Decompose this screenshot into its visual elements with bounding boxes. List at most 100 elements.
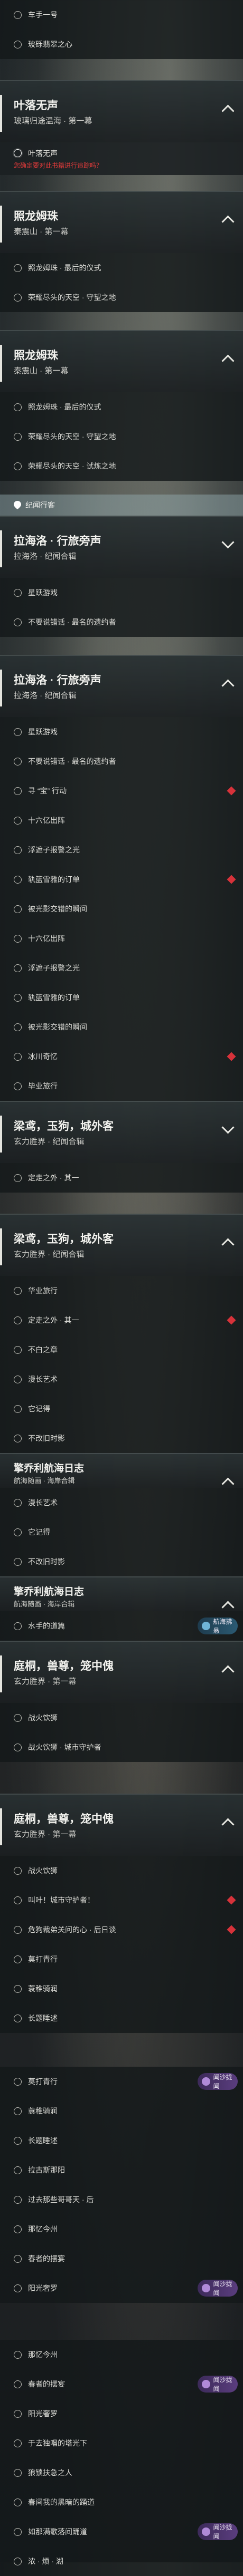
quest-section-header[interactable]: 梁鸢，玉狗，城外客 玄力胜界 · 纪闻合辑 bbox=[0, 1101, 243, 1163]
chevron-up-icon[interactable] bbox=[221, 1238, 235, 1251]
tracking-banner[interactable]: 纪闻行客 bbox=[0, 495, 243, 516]
quest-item[interactable]: 那忆今州 bbox=[0, 2340, 243, 2369]
radio-icon bbox=[14, 1498, 22, 1507]
quest-item[interactable]: 荣耀尽头的天空 · 守望之地 bbox=[0, 283, 243, 312]
quest-item[interactable]: 莫打青行 bbox=[0, 1944, 243, 1974]
section-title: 擎乔利航海日志 bbox=[14, 1586, 85, 1597]
quest-item[interactable]: 蓑稚骑润 bbox=[0, 2096, 243, 2126]
quest-section-header[interactable]: 照龙姆珠 秦震山 · 第一幕 bbox=[0, 330, 243, 392]
chevron-down-icon[interactable] bbox=[221, 536, 235, 549]
section-accent-bar bbox=[0, 1655, 2, 1692]
quest-item-selected[interactable]: 叶落无声 您确定要对此书籍进行追踪吗？ bbox=[0, 142, 243, 175]
quest-item[interactable]: 十六亿出阵 bbox=[0, 924, 243, 953]
quest-section-header[interactable]: 庭桐，兽尊，笼中傀 玄力胜界 · 第一幕 bbox=[0, 1794, 243, 1856]
quest-item[interactable]: 于去独唱的塔光下 bbox=[0, 2428, 243, 2458]
quest-item[interactable]: 定走之外 · 其一 bbox=[0, 1305, 243, 1335]
quest-item[interactable]: 狼锁扶急之人 bbox=[0, 2458, 243, 2487]
section-title: 梁鸢，玉狗，城外客 bbox=[14, 1120, 114, 1132]
quest-section-header[interactable]: 擎乔利航海日志 航海随画 · 海岸合辑 bbox=[0, 1453, 243, 1490]
quest-item[interactable]: 荣耀尽头的天空 · 试炼之地 bbox=[0, 451, 243, 481]
radio-icon bbox=[14, 1743, 22, 1751]
radio-icon bbox=[14, 2380, 22, 2388]
quest-item[interactable]: 冰川奇忆 bbox=[0, 1042, 243, 1071]
quest-item[interactable]: 被光影交错的瞬间 bbox=[0, 1012, 243, 1042]
quest-item[interactable]: 长题睡述 bbox=[0, 2003, 243, 2033]
quest-section-header[interactable]: 庭桐，兽尊，笼中傀 玄力胜界 · 第一幕 bbox=[0, 1641, 243, 1703]
radio-icon bbox=[14, 846, 22, 854]
quest-item[interactable]: 漫长艺术 bbox=[0, 1364, 243, 1394]
quest-item[interactable]: 玻砾翡翠之心 bbox=[0, 30, 243, 59]
chevron-down-icon[interactable] bbox=[221, 1121, 235, 1134]
quest-section-header[interactable]: 梁鸢，玉狗，城外客 玄力胜界 · 纪闻合辑 bbox=[0, 1214, 243, 1276]
quest-item[interactable]: 春者的摆宴 闻沙拢闻 bbox=[0, 2369, 243, 2399]
tracking-label: 纪闻行客 bbox=[25, 501, 55, 509]
quest-item[interactable]: 照龙姆珠 · 最后的仪式 bbox=[0, 392, 243, 422]
radio-icon bbox=[14, 2166, 22, 2174]
chevron-up-icon[interactable] bbox=[221, 1818, 235, 1831]
quest-item[interactable]: 莫打青行 闻沙拢闻 bbox=[0, 2067, 243, 2096]
quest-item[interactable]: 十六亿出阵 bbox=[0, 806, 243, 835]
quest-item[interactable]: 定走之外 · 其一 bbox=[0, 1163, 243, 1193]
radio-icon bbox=[14, 2557, 22, 2565]
quest-item[interactable]: 阳光奢罗 闻沙拢闻 bbox=[0, 2273, 243, 2303]
quest-item-label: 照龙姆珠 · 最后的仪式 bbox=[28, 264, 101, 272]
quest-item[interactable]: 叫叶！城市守护者！ bbox=[0, 1885, 243, 1915]
quest-item[interactable]: 春者的摆宴 bbox=[0, 2244, 243, 2273]
radio-icon bbox=[14, 2439, 22, 2447]
quest-section-header[interactable]: 擎乔利航海日志 航海随画 · 海岸合辑 bbox=[0, 1576, 243, 1614]
quest-item[interactable]: 轨篮雪雅的订单 bbox=[0, 865, 243, 894]
quest-section-header[interactable]: 拉海洛 · 行旅旁声 拉海洛 · 纪闻合辑 bbox=[0, 516, 243, 578]
quest-item[interactable]: 战火饮狮 · 城市守护者 bbox=[0, 1732, 243, 1762]
quest-item[interactable]: 战火饮狮 bbox=[0, 1856, 243, 1885]
new-marker-icon bbox=[227, 1925, 236, 1934]
quest-item[interactable]: 不要说错话 · 最名的遗约者 bbox=[0, 747, 243, 776]
quest-item[interactable]: 漫长艺术 bbox=[0, 1488, 243, 1517]
quest-item[interactable]: 阳光奢罗 bbox=[0, 2399, 243, 2428]
quest-item[interactable]: 不改旧时影 bbox=[0, 1547, 243, 1576]
quest-item[interactable]: 不改旧时影 bbox=[0, 1423, 243, 1453]
quest-item[interactable]: 浮遮子报警之光 bbox=[0, 953, 243, 983]
quest-item[interactable]: 星跃游戏 bbox=[0, 578, 243, 607]
chevron-up-icon[interactable] bbox=[221, 215, 235, 228]
quest-item[interactable]: 如那满歌落间踊道 闻沙拢闻 bbox=[0, 2517, 243, 2546]
quest-item[interactable]: 星跃游戏 bbox=[0, 717, 243, 747]
radio-icon bbox=[14, 588, 22, 597]
quest-item[interactable]: 那忆今州 bbox=[0, 2214, 243, 2244]
quest-item-label: 叫叶！城市守护者！ bbox=[28, 1896, 95, 1904]
quest-item-label: 荣耀尽头的天空 · 守望之地 bbox=[28, 432, 116, 441]
quest-item-label: 莫打青行 bbox=[28, 1955, 58, 1963]
quest-item[interactable]: 水手的道篇 航海拂悬 bbox=[0, 1611, 243, 1641]
quest-section-header[interactable]: 叶落无声 玻璃归途温海 · 第一幕 bbox=[0, 80, 243, 142]
quest-item[interactable]: 寻 “宝” 行动 bbox=[0, 776, 243, 806]
quest-item[interactable]: 长题睡述 bbox=[0, 2126, 243, 2155]
quest-item[interactable]: 被光影交错的瞬间 bbox=[0, 894, 243, 924]
quest-item[interactable]: 它记得 bbox=[0, 1517, 243, 1547]
quest-item[interactable]: 车手一号 bbox=[0, 0, 243, 30]
quest-item[interactable]: 过去那些哥哥天 · 后 bbox=[0, 2185, 243, 2214]
quest-item[interactable]: 照龙姆珠 · 最后的仪式 bbox=[0, 253, 243, 283]
radio-icon bbox=[14, 787, 22, 795]
section-accent-bar bbox=[0, 345, 2, 382]
quest-item[interactable]: 它记得 bbox=[0, 1394, 243, 1423]
quest-section-header[interactable]: 拉海洛 · 行旅旁声 拉海洛 · 纪闻合辑 bbox=[0, 655, 243, 717]
section-accent-bar bbox=[0, 95, 2, 132]
chevron-up-icon[interactable] bbox=[221, 1665, 235, 1678]
chevron-up-icon[interactable] bbox=[221, 679, 235, 692]
quest-item[interactable]: 华业旅行 bbox=[0, 1276, 243, 1305]
quest-item[interactable]: 拉古斯那阳 bbox=[0, 2155, 243, 2185]
quest-item[interactable]: 荣耀尽头的天空 · 守望之地 bbox=[0, 422, 243, 451]
quest-item[interactable]: 春间我的黑暗的踊道 bbox=[0, 2487, 243, 2517]
quest-item[interactable]: 不要说错话 · 最名的遗约者 bbox=[0, 607, 243, 637]
quest-item[interactable]: 战火饮狮 bbox=[0, 1703, 243, 1732]
quest-item[interactable]: 浮遮子报警之光 bbox=[0, 835, 243, 865]
quest-item[interactable]: 危狗裁弟关问的心 · 后日谈 bbox=[0, 1915, 243, 1944]
chevron-up-icon[interactable] bbox=[221, 354, 235, 367]
quest-item[interactable]: 浓 · 烦 · 湖 bbox=[0, 2546, 243, 2576]
quest-section-header[interactable]: 照龙姆珠 秦震山 · 第一幕 bbox=[0, 191, 243, 253]
quest-item-label: 荣耀尽头的天空 · 守望之地 bbox=[28, 293, 116, 302]
quest-item[interactable]: 不白之章 bbox=[0, 1335, 243, 1364]
quest-item[interactable]: 蓑稚骑润 bbox=[0, 1974, 243, 2003]
chevron-up-icon[interactable] bbox=[221, 104, 235, 118]
quest-item[interactable]: 毕业旅行 bbox=[0, 1071, 243, 1101]
quest-item[interactable]: 轨篮雪雅的订单 bbox=[0, 983, 243, 1012]
